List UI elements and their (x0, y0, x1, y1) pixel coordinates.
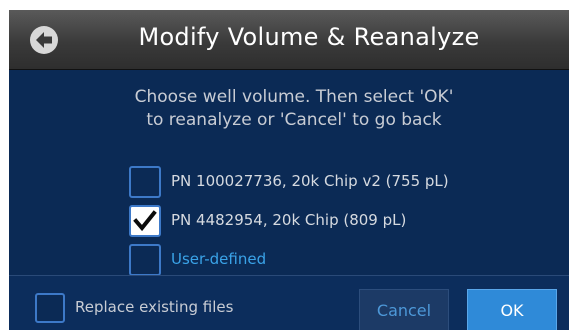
footer-bar: Replace existing files Cancel OK (9, 275, 569, 330)
checkmark-icon (133, 210, 157, 232)
option-chip-checkbox[interactable] (129, 205, 161, 237)
dialog-content: Choose well volume. Then select 'OK' to … (9, 71, 569, 276)
option-chip-label: PN 4482954, 20k Chip (809 pL) (171, 211, 407, 229)
option-user-defined-label[interactable]: User-defined (171, 250, 266, 268)
option-chip[interactable]: PN 4482954, 20k Chip (809 pL) (129, 205, 549, 237)
instruction-line-2: to reanalyze or 'Cancel' to go back (146, 110, 442, 130)
option-chip-v2-checkbox[interactable] (129, 166, 161, 198)
replace-files-label: Replace existing files (75, 298, 234, 316)
option-user-defined-checkbox[interactable] (129, 244, 161, 276)
page-title: Modify Volume & Reanalyze (138, 23, 480, 51)
instruction-line-1: Choose well volume. Then select 'OK' (134, 87, 454, 107)
option-chip-v2-label: PN 100027736, 20k Chip v2 (755 pL) (171, 172, 449, 190)
dialog-screen: Modify Volume & Reanalyze Choose well vo… (9, 10, 569, 330)
option-user-defined[interactable]: User-defined (129, 244, 549, 276)
instruction-text: Choose well volume. Then select 'OK' to … (49, 86, 539, 132)
back-button[interactable] (30, 26, 58, 54)
option-chip-v2[interactable]: PN 100027736, 20k Chip v2 (755 pL) (129, 166, 549, 198)
replace-files-checkbox[interactable] (35, 293, 65, 323)
cancel-button[interactable]: Cancel (359, 289, 449, 330)
replace-files-option[interactable]: Replace existing files (35, 293, 335, 323)
back-arrow-icon (36, 32, 52, 48)
title-bar: Modify Volume & Reanalyze (9, 10, 569, 70)
ok-button[interactable]: OK (467, 289, 557, 330)
